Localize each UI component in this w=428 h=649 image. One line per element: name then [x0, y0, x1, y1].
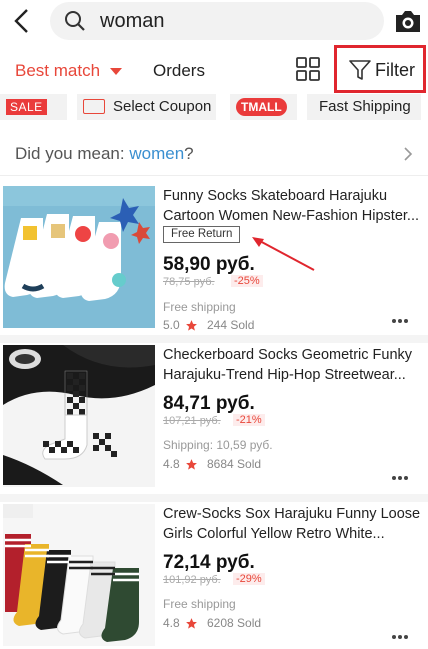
divider [0, 335, 428, 343]
star-icon [186, 320, 197, 331]
suggestion-link[interactable]: women [129, 144, 184, 163]
sale-badge: SALE [6, 99, 47, 115]
product-old-price: 101,92 руб. [163, 574, 221, 586]
product-image[interactable] [3, 345, 155, 487]
search-icon [65, 11, 85, 31]
chevron-right-icon [404, 147, 413, 161]
product-price: 84,71 руб. [163, 393, 255, 414]
camera-icon[interactable] [394, 8, 422, 34]
product-card[interactable]: Crew-Socks Sox Harajuku Funny Loose Girl… [0, 504, 428, 649]
more-icon[interactable] [391, 634, 409, 640]
product-title[interactable]: Checkerboard Socks Geometric Funky Haraj… [163, 345, 425, 385]
star-icon [186, 459, 197, 470]
top-bar: woman [0, 0, 428, 44]
shipping-info: Free shipping [163, 300, 236, 314]
search-input[interactable]: woman [100, 10, 164, 33]
search-bar[interactable]: woman [50, 2, 384, 40]
product-card[interactable]: Checkerboard Socks Geometric Funky Haraj… [0, 345, 428, 495]
coupon-icon [83, 99, 105, 114]
divider [0, 494, 428, 502]
product-title[interactable]: Crew-Socks Sox Harajuku Funny Loose Girl… [163, 504, 425, 544]
product-old-price: 107,21 руб. [163, 415, 221, 427]
product-title[interactable]: Funny Socks Skateboard Harajuku Cartoon … [163, 186, 425, 226]
tag-fast-shipping[interactable]: Fast Shipping [307, 94, 421, 120]
annotation-arrow [252, 237, 315, 271]
filter-label: Filter [375, 60, 415, 80]
rating-value: 5.0 [163, 318, 180, 332]
rating-value: 4.8 [163, 616, 180, 630]
discount-badge: -21% [233, 414, 265, 426]
tag-select-coupon[interactable]: Select Coupon [77, 94, 216, 120]
tag-label: Fast Shipping [319, 98, 411, 115]
filter-button[interactable]: Filter [334, 45, 426, 93]
sold-count: 244 Sold [207, 318, 255, 332]
rating-value: 4.8 [163, 457, 180, 471]
sort-best-match[interactable]: Best match [15, 61, 100, 81]
sort-orders[interactable]: Orders [153, 61, 205, 81]
star-icon [186, 618, 197, 629]
sold-count: 6208 Sold [207, 616, 262, 630]
filter-tags: SALE Select Coupon TMALL Fast Shipping [0, 94, 428, 122]
back-icon[interactable] [10, 6, 34, 36]
product-price: 72,14 руб. [163, 552, 255, 573]
product-image[interactable] [3, 504, 155, 646]
product-card[interactable]: Funny Socks Skateboard Harajuku Cartoon … [0, 186, 428, 336]
sort-bar: Best match Orders Filter [0, 44, 428, 94]
tag-label: Select Coupon [113, 98, 212, 115]
caret-down-icon[interactable] [110, 68, 122, 75]
grid-view-icon[interactable] [296, 57, 320, 81]
shipping-info: Shipping: 10,59 руб. [163, 438, 273, 452]
did-you-mean-text: Did you mean: women? [15, 144, 194, 163]
tag-tmall[interactable]: TMALL [230, 94, 297, 120]
free-return-badge: Free Return [163, 226, 241, 243]
sold-count: 8684 Sold [207, 457, 262, 471]
more-icon[interactable] [391, 318, 409, 324]
product-old-price: 78,75 руб. [163, 276, 215, 288]
product-image[interactable] [3, 186, 155, 328]
did-you-mean-row[interactable]: Did you mean: women? [0, 132, 428, 176]
tmall-badge: TMALL [236, 98, 287, 116]
filter-icon [349, 60, 371, 80]
tag-sale[interactable]: SALE [0, 94, 67, 120]
discount-badge: -29% [233, 573, 265, 585]
more-icon[interactable] [391, 475, 409, 481]
shipping-info: Free shipping [163, 597, 236, 611]
